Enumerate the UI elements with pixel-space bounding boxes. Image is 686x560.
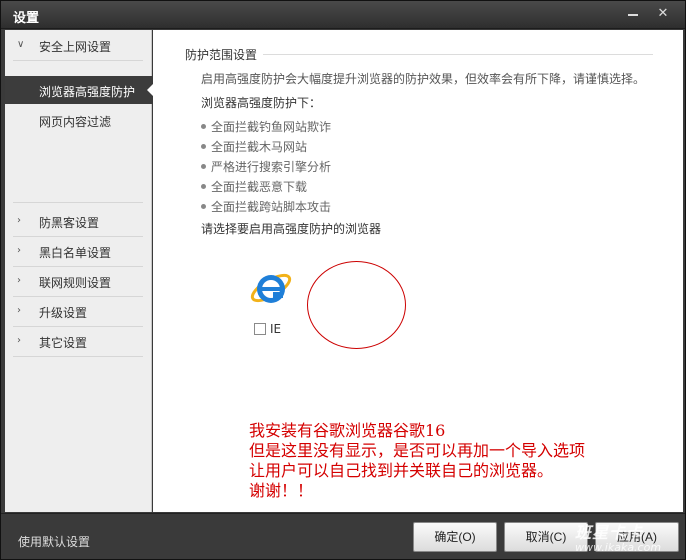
bullet-icon — [201, 144, 206, 149]
sub-heading: 浏览器高强度防护下： — [201, 96, 322, 110]
list-item: 全面拦截恶意下载 — [201, 178, 307, 195]
close-button[interactable]: ✕ — [653, 5, 673, 23]
list-item-text: 全面拦截恶意下载 — [211, 180, 308, 194]
settings-panel: 防护范围设置 启用高强度防护会大幅度提升浏览器的防护效果，但效率会有所下降，请谨… — [153, 30, 683, 512]
list-item: 严格进行搜索引擎分析 — [201, 158, 331, 175]
list-item-text: 严格进行搜索引擎分析 — [211, 160, 332, 174]
annotation-text: 我安装有谷歌浏览器谷歌16 但是这里没有显示，是否可以再加一个导入选项 让用户可… — [249, 421, 585, 501]
sidebar-group-label: 其它设置 — [39, 336, 88, 350]
bullet-icon — [201, 124, 206, 129]
sidebar-group-anti-hacker[interactable]: › 防黑客设置 — [5, 206, 145, 236]
sidebar-group-blacklist[interactable]: › 黑白名单设置 — [5, 236, 145, 266]
sidebar-group-other[interactable]: › 其它设置 — [5, 326, 145, 356]
annotation-line: 但是这里没有显示，是否可以再加一个导入选项 — [249, 441, 586, 460]
annotation-line: 让用户可以自己找到并关联自己的浏览器。 — [249, 461, 554, 480]
annotation-line: 谢谢！！ — [249, 481, 314, 500]
list-item-text: 全面拦截跨站脚本攻击 — [211, 200, 332, 214]
window-title: 设置 — [13, 11, 40, 26]
sidebar-group-network-rules[interactable]: › 联网规则设置 — [5, 266, 145, 296]
ie-label: IE — [270, 321, 282, 336]
list-item: 全面拦截木马网站 — [201, 138, 307, 155]
list-item-text: 全面拦截木马网站 — [211, 140, 308, 154]
divider — [13, 60, 143, 61]
sidebar-group-web-security[interactable]: ∨ 安全上网设置 — [5, 30, 145, 60]
restore-defaults-link[interactable]: 使用默认设置 — [18, 533, 90, 550]
apply-button[interactable]: 应用(A) — [595, 522, 679, 552]
minimize-icon — [628, 14, 638, 16]
sidebar-group-label: 联网规则设置 — [39, 276, 112, 290]
sidebar-nav: ∨ 安全上网设置 浏览器高强度防护 网页内容过滤 › 防黑客设置 › 黑白名单设… — [5, 30, 153, 512]
sidebar-item-browser-protection[interactable]: 浏览器高强度防护 — [5, 76, 153, 104]
sidebar-item-content-filter[interactable]: 网页内容过滤 — [5, 106, 152, 134]
sidebar-item-label: 网页内容过滤 — [39, 115, 112, 129]
dialog-footer: 使用默认设置 确定(O) 取消(C) 应用(A) — [1, 513, 685, 559]
annotation-line: 我安装有谷歌浏览器谷歌16 — [249, 421, 446, 440]
settings-window: 设置 ✕ ∨ 安全上网设置 浏览器高强度防护 网页内容过滤 › 防黑客设置 › … — [0, 0, 686, 560]
sidebar-group-label: 防黑客设置 — [39, 216, 100, 230]
chevron-right-icon: › — [17, 335, 21, 346]
minimize-button[interactable] — [623, 5, 643, 23]
sidebar-group-upgrade[interactable]: › 升级设置 — [5, 296, 145, 326]
divider — [263, 54, 653, 55]
chevron-right-icon: › — [17, 215, 21, 226]
sidebar-item-label: 浏览器高强度防护 — [39, 85, 136, 99]
sidebar-group-label: 升级设置 — [39, 306, 88, 320]
ie-browser-icon — [250, 273, 292, 303]
ie-browser-option[interactable]: IE — [254, 321, 281, 336]
chevron-down-icon: ∨ — [17, 39, 25, 50]
cancel-button[interactable]: 取消(C) — [504, 522, 588, 552]
ie-checkbox[interactable] — [254, 322, 266, 335]
section-title: 防护范围设置 — [185, 48, 258, 62]
description-text: 启用高强度防护会大幅度提升浏览器的防护效果，但效率会有所下降，请谨慎选择。 — [201, 72, 646, 86]
bullet-icon — [201, 184, 206, 189]
list-item: 全面拦截跨站脚本攻击 — [201, 198, 331, 215]
ok-button[interactable]: 确定(O) — [413, 522, 497, 552]
chevron-right-icon: › — [17, 275, 21, 286]
annotation-circle — [307, 261, 406, 349]
browser-choose-label: 请选择要启用高强度防护的浏览器 — [201, 222, 382, 236]
bullet-icon — [201, 204, 206, 209]
sidebar-group-label: 安全上网设置 — [39, 40, 112, 54]
chevron-right-icon: › — [17, 245, 21, 256]
list-item: 全面拦截钓鱼网站欺诈 — [201, 118, 331, 135]
close-icon: ✕ — [657, 6, 669, 21]
list-item-text: 全面拦截钓鱼网站欺诈 — [211, 120, 332, 134]
chevron-right-icon: › — [17, 305, 21, 316]
bullet-icon — [201, 164, 206, 169]
title-bar[interactable]: 设置 ✕ — [1, 1, 685, 29]
sidebar-group-label: 黑白名单设置 — [39, 246, 112, 260]
divider — [13, 202, 143, 203]
divider — [13, 356, 143, 357]
